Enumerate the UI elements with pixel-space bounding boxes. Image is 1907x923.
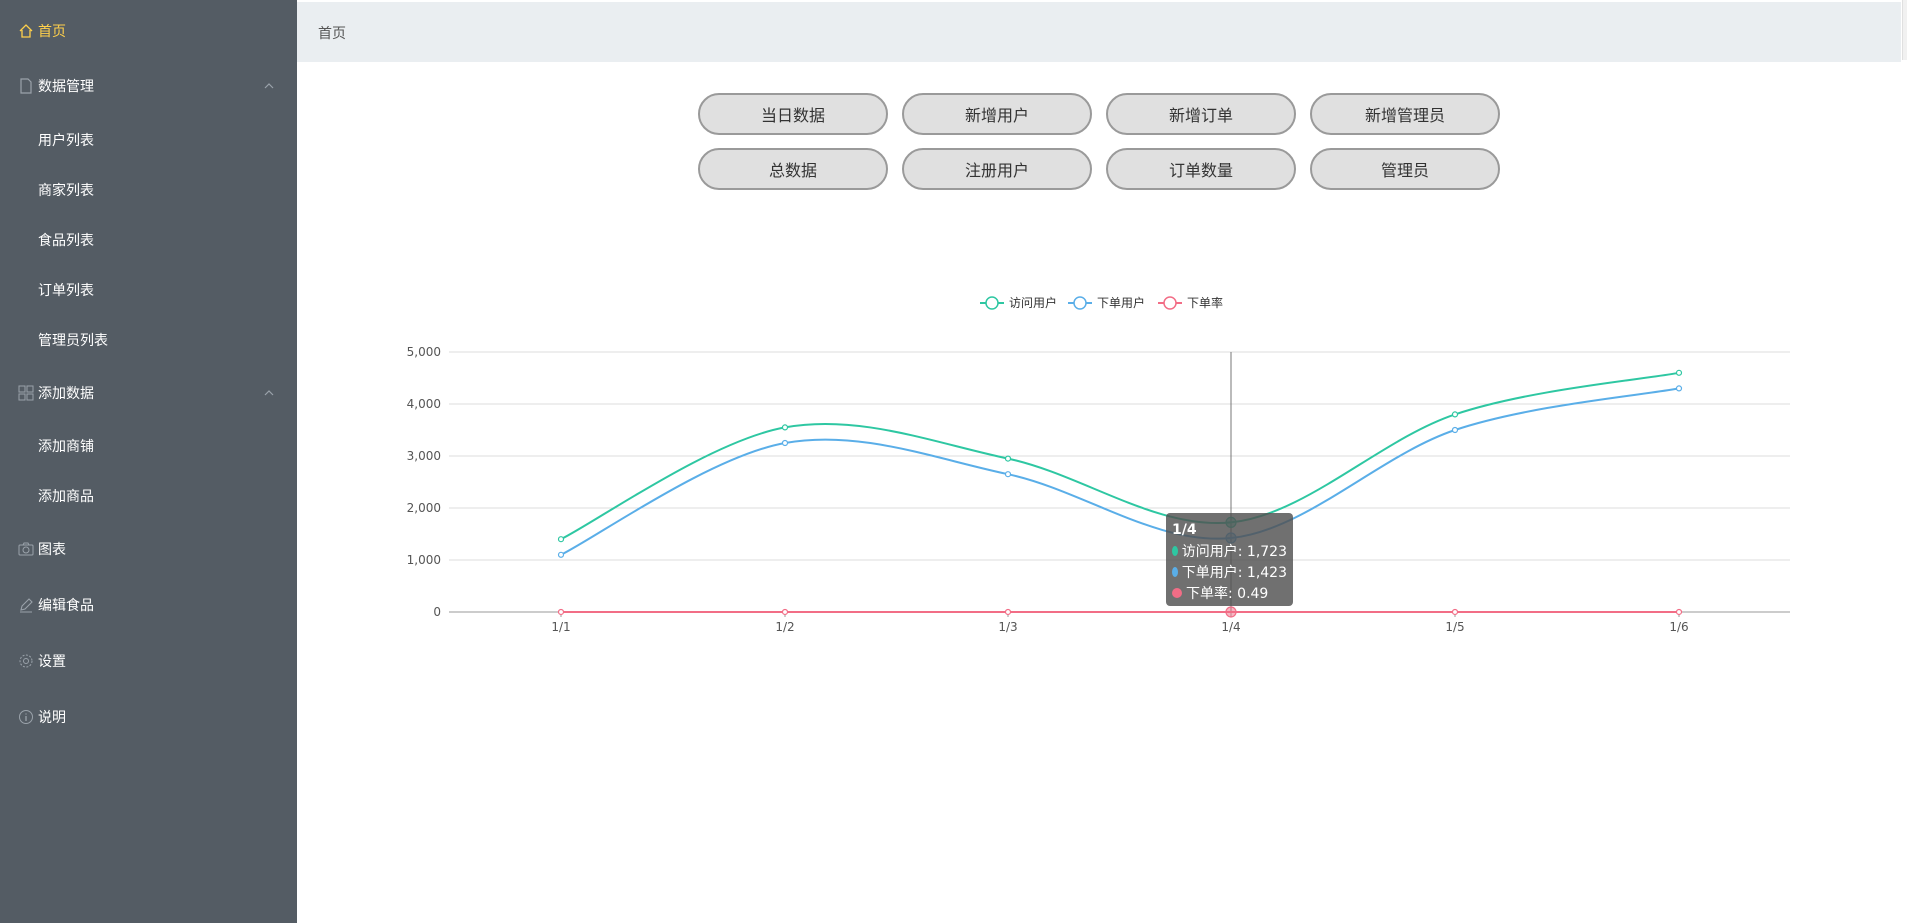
sidebar-item-food-list[interactable]: 食品列表	[0, 220, 297, 260]
sidebar-item-label: 添加商铺	[38, 439, 94, 455]
sidebar-item-admin-list[interactable]: 管理员列表	[0, 320, 297, 360]
new-orders-button[interactable]: 新增订单	[1106, 93, 1296, 135]
chevron-up-icon	[264, 83, 274, 89]
sidebar-item-label: 图表	[38, 542, 66, 558]
x-tick-label: 1/1	[551, 620, 570, 634]
data-point	[557, 608, 565, 616]
series-dot	[1172, 566, 1178, 577]
sidebar-item-label: 首页	[38, 24, 66, 40]
sidebar-item-label: 用户列表	[38, 133, 94, 149]
edit-icon	[17, 596, 35, 614]
sidebar-item-settings[interactable]: 设置	[0, 641, 297, 681]
breadcrumb: 首页	[318, 26, 346, 42]
y-tick-label: 4,000	[407, 397, 441, 411]
y-tick-label: 3,000	[407, 449, 441, 463]
sidebar-item-label: 设置	[38, 654, 66, 670]
tooltip-row: 下单用户: 1,423	[1172, 561, 1287, 582]
data-point	[781, 608, 789, 616]
tooltip-text: 下单用户: 1,423	[1181, 564, 1287, 581]
legend-label: 访问用户	[1009, 295, 1057, 310]
x-tick-label: 1/2	[775, 620, 794, 634]
document-icon	[17, 77, 35, 95]
data-point	[1451, 411, 1459, 418]
sidebar-item-add-data[interactable]: 添加数据	[0, 373, 297, 413]
scrollbar[interactable]	[1902, 0, 1907, 60]
data-point	[781, 424, 789, 431]
data-point	[1451, 426, 1459, 434]
today-data-button[interactable]: 当日数据	[698, 93, 888, 135]
tooltip-row: 下单率: 0.49	[1172, 582, 1287, 603]
camera-icon	[17, 540, 35, 558]
legend-marker	[1163, 296, 1177, 310]
sidebar-item-label: 商家列表	[38, 183, 94, 199]
tooltip-text: 访问用户: 1,723	[1181, 543, 1287, 560]
data-point	[1451, 608, 1459, 616]
sidebar-item-label: 食品列表	[38, 233, 94, 249]
sidebar-item-merchant-list[interactable]: 商家列表	[0, 170, 297, 210]
legend-marker	[985, 296, 999, 310]
sidebar-item-order-list[interactable]: 订单列表	[0, 270, 297, 310]
series-line	[560, 371, 1680, 541]
new-users-button[interactable]: 新增用户	[902, 93, 1092, 135]
admins-button[interactable]: 管理员	[1310, 148, 1500, 190]
registered-users-button[interactable]: 注册用户	[902, 148, 1092, 190]
sidebar-item-label: 说明	[38, 710, 66, 726]
order-count-button[interactable]: 订单数量	[1106, 148, 1296, 190]
sidebar-item-label: 订单列表	[38, 283, 94, 299]
x-tick-label: 1/5	[1445, 620, 1464, 634]
legend-label: 下单用户	[1097, 295, 1145, 310]
legend-label: 下单率	[1187, 295, 1223, 310]
sidebar-item-home[interactable]: 首页	[0, 11, 297, 51]
x-tick-label: 1/6	[1669, 620, 1688, 634]
home-icon	[17, 22, 35, 40]
x-tick-label: 1/3	[998, 620, 1017, 634]
y-tick-label: 5,000	[407, 345, 441, 359]
header-bar: 首页	[297, 2, 1901, 62]
series-line	[560, 387, 1680, 556]
sidebar-item-add-product[interactable]: 添加商品	[0, 476, 297, 516]
series-dot	[1172, 587, 1182, 598]
grid-icon	[17, 384, 35, 402]
y-tick-label: 1,000	[407, 553, 441, 567]
legend-marker	[1073, 296, 1087, 310]
tooltip-text: 下单率: 0.49	[1186, 585, 1269, 602]
data-point	[781, 439, 789, 447]
data-point	[1675, 608, 1683, 616]
sidebar-item-edit-food[interactable]: 编辑食品	[0, 585, 297, 625]
sidebar-item-user-list[interactable]: 用户列表	[0, 120, 297, 160]
sidebar-item-label: 添加数据	[38, 386, 94, 402]
sidebar-item-data-management[interactable]: 数据管理	[0, 66, 297, 106]
data-point	[1004, 608, 1012, 616]
total-data-button[interactable]: 总数据	[698, 148, 888, 190]
data-point	[1675, 385, 1683, 392]
chart-tooltip: 1/4 访问用户: 1,723 下单用户: 1,423 下单率: 0.49	[1166, 513, 1293, 606]
series-dot	[1172, 545, 1178, 556]
tooltip-title: 1/4	[1172, 521, 1197, 538]
sidebar-item-label: 数据管理	[38, 79, 94, 95]
data-point	[1004, 455, 1012, 462]
info-icon	[17, 708, 35, 726]
tooltip-row: 访问用户: 1,723	[1172, 540, 1287, 561]
data-point	[1004, 471, 1012, 478]
chevron-up-icon	[264, 390, 274, 396]
data-point	[557, 551, 565, 558]
new-admins-button[interactable]: 新增管理员	[1310, 93, 1500, 135]
data-point	[1675, 369, 1683, 376]
data-point	[557, 536, 565, 543]
sidebar: 首页 数据管理 用户列表 商家列表 食品列表 订单列表 管理员列表 添加数据 添…	[0, 0, 297, 923]
y-tick-label: 0	[433, 605, 441, 619]
sidebar-item-charts[interactable]: 图表	[0, 529, 297, 569]
data-point	[1225, 606, 1237, 618]
sidebar-item-add-shop[interactable]: 添加商铺	[0, 426, 297, 466]
sidebar-item-label: 管理员列表	[38, 333, 108, 349]
sidebar-item-label: 编辑食品	[38, 598, 94, 614]
gear-icon	[17, 652, 35, 670]
sidebar-item-about[interactable]: 说明	[0, 697, 297, 737]
sidebar-item-label: 添加商品	[38, 489, 94, 505]
x-tick-label: 1/4	[1221, 620, 1240, 634]
y-tick-label: 2,000	[407, 501, 441, 515]
